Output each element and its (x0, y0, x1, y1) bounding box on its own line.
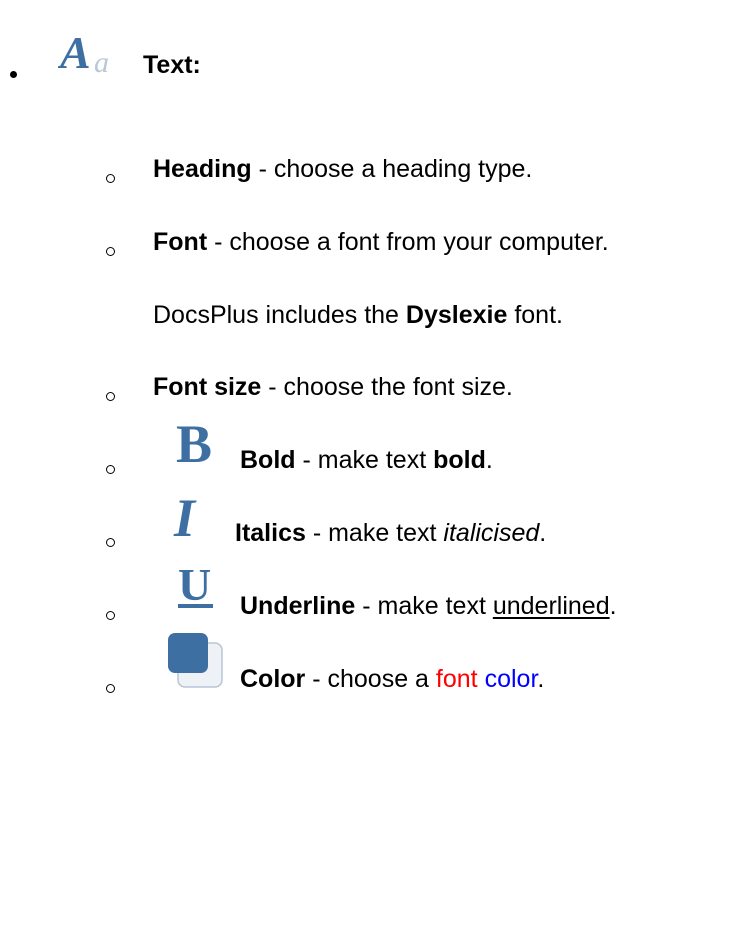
red-word: font (435, 665, 478, 693)
example: bold (433, 446, 486, 474)
term: Heading (153, 155, 252, 183)
list-item-font: Font - choose a font from your computer. (153, 230, 609, 255)
text-font-icon: A a (58, 30, 109, 74)
description: - make text (305, 519, 444, 547)
description: - make text (355, 592, 493, 620)
note-prefix: DocsPlus includes the (153, 301, 406, 329)
list-item-bold: Bold - make text bold. (240, 448, 493, 473)
list-bullet (106, 247, 115, 256)
italic-icon: I (173, 494, 197, 540)
svg-text:I: I (173, 494, 197, 540)
svg-text:a: a (94, 46, 109, 74)
list-bullet (106, 538, 115, 547)
section-title: Text: (143, 51, 201, 79)
description: - choose the font size. (261, 373, 513, 401)
note-suffix: font. (507, 301, 563, 329)
list-bullet (106, 174, 115, 183)
list-item-underline: Underline - make text underlined. (240, 594, 617, 619)
list-bullet (106, 392, 115, 401)
period: . (539, 519, 547, 547)
period: . (485, 446, 493, 474)
term: Underline (240, 592, 356, 620)
svg-text:U: U (178, 562, 211, 610)
list-item-italics: Italics - make text italicised. (235, 521, 546, 546)
blue-word: color (484, 665, 538, 693)
term: Dyslexie (405, 301, 508, 329)
description: - choose a heading type. (251, 155, 533, 183)
list-bullet (106, 611, 115, 620)
list-item-font-size: Font size - choose the font size. (153, 375, 513, 400)
term: Bold (240, 446, 296, 474)
description: - choose a font from your computer. (207, 228, 609, 256)
underline-icon: U (178, 562, 213, 610)
term: Font (153, 228, 208, 256)
svg-text:B: B (176, 420, 212, 466)
list-bullet (10, 71, 17, 78)
description: - choose a (305, 665, 436, 693)
period: . (609, 592, 617, 620)
list-bullet (106, 684, 115, 693)
font-note: DocsPlus includes the Dyslexie font. (153, 303, 563, 328)
term: Color (240, 665, 306, 693)
term: Italics (235, 519, 306, 547)
list-bullet (106, 465, 115, 474)
description: - make text (295, 446, 434, 474)
example: italicised (443, 519, 540, 547)
color-swatch-icon (168, 633, 223, 688)
example: underlined (492, 592, 610, 620)
list-item-heading: Heading - choose a heading type. (153, 157, 532, 182)
svg-text:A: A (58, 30, 91, 74)
list-item-color: Color - choose a font color. (240, 667, 544, 692)
bold-icon: B (176, 420, 212, 466)
period: . (537, 665, 545, 693)
term: Font size (153, 373, 262, 401)
